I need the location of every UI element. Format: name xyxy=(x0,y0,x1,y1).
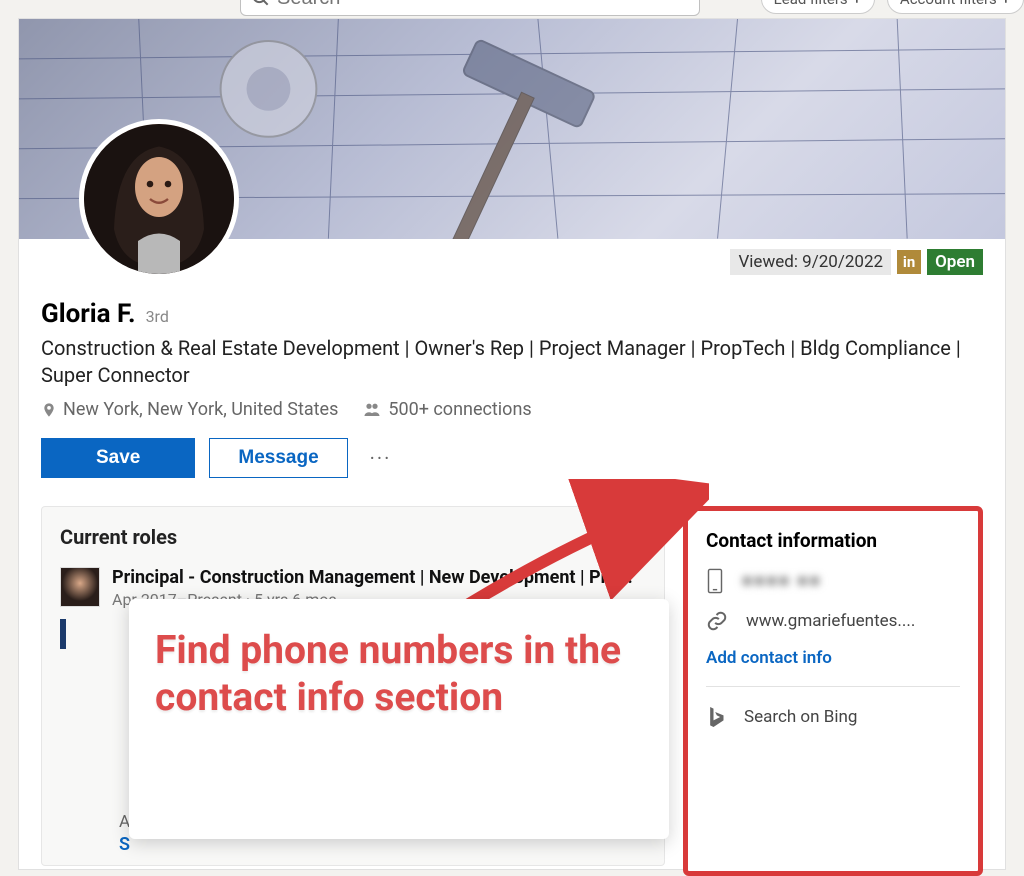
role-title: Principal - Construction Management | Ne… xyxy=(112,567,633,588)
contact-info-title: Contact information xyxy=(706,529,960,552)
current-roles-title: Current roles xyxy=(60,525,646,549)
phone-icon xyxy=(706,568,724,594)
add-contact-link[interactable]: Add contact info xyxy=(706,648,832,668)
linkedin-icon: in xyxy=(897,250,921,274)
divider xyxy=(706,686,960,687)
annotation-text: Find phone numbers in the contact info s… xyxy=(155,627,643,721)
plus-icon: + xyxy=(1001,0,1011,8)
message-button[interactable]: Message xyxy=(209,438,347,478)
profile-name: Gloria F. xyxy=(41,299,136,329)
search-input[interactable] xyxy=(277,0,689,10)
open-badge: Open xyxy=(927,249,983,275)
bing-icon xyxy=(706,705,726,729)
plus-icon: + xyxy=(852,0,862,8)
status-row: Viewed: 9/20/2022 in Open xyxy=(730,249,983,275)
top-bar: Lead filters + Account filters + xyxy=(0,0,1024,18)
profile-location: New York, New York, United States xyxy=(63,399,338,420)
phone-blurred: ■■■■ ■■ xyxy=(742,571,822,591)
profile-headline: Construction & Real Estate Development |… xyxy=(41,335,961,389)
annotation-callout: Find phone numbers in the contact info s… xyxy=(129,599,669,839)
profile-avatar[interactable] xyxy=(79,119,239,279)
connections-icon xyxy=(362,401,382,419)
search-icon xyxy=(251,0,271,8)
save-button[interactable]: Save xyxy=(41,438,195,478)
profile-page: Viewed: 9/20/2022 in Open Gloria F. 3rd … xyxy=(18,18,1006,870)
link-icon xyxy=(706,610,728,632)
viewed-badge: Viewed: 9/20/2022 xyxy=(730,249,891,275)
search-bing-link[interactable]: Search on Bing xyxy=(744,707,857,727)
role-thumbnail xyxy=(60,567,100,607)
website-link[interactable]: www.gmariefuentes.... xyxy=(746,611,915,631)
account-filters-label: Account filters xyxy=(900,0,997,8)
contact-info-panel: Contact information ■■■■ ■■ www.gmariefu… xyxy=(683,506,983,876)
truncated-link[interactable]: S xyxy=(119,834,130,855)
connection-degree: 3rd xyxy=(146,307,169,326)
lead-filters-button[interactable]: Lead filters + xyxy=(761,0,875,14)
more-button[interactable]: ··· xyxy=(362,440,400,476)
profile-connections: 500+ connections xyxy=(388,399,531,420)
role-accent-bar xyxy=(60,619,66,649)
location-icon xyxy=(41,400,57,420)
search-box[interactable] xyxy=(240,0,700,16)
lead-filters-label: Lead filters xyxy=(774,0,848,8)
account-filters-button[interactable]: Account filters + xyxy=(887,0,1024,14)
